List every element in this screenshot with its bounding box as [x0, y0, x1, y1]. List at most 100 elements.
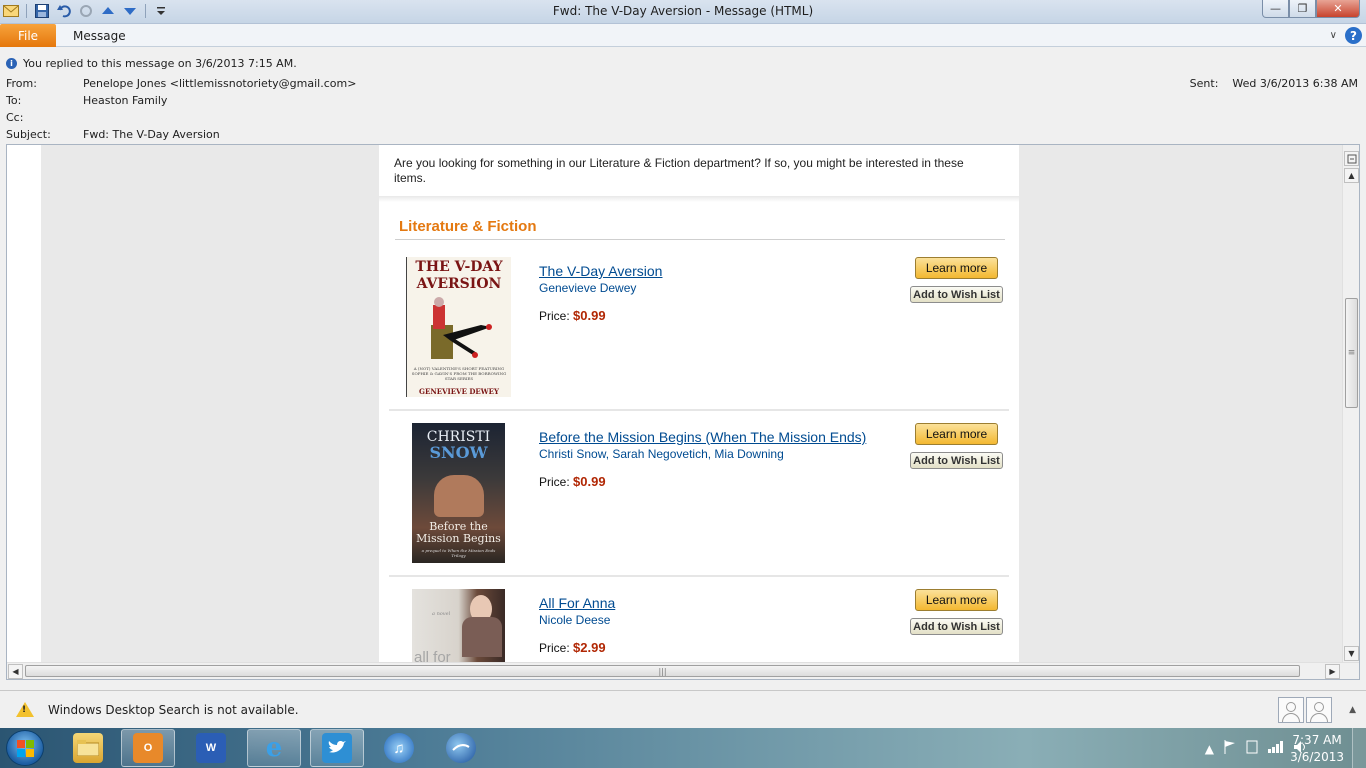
item-title-link[interactable]: All For Anna [539, 595, 615, 611]
show-desktop-button[interactable] [1352, 728, 1366, 768]
scroll-left-icon[interactable]: ◀ [8, 664, 23, 679]
info-icon: i [6, 58, 17, 69]
price-label: Price: [539, 641, 570, 655]
taskbar-twitter[interactable] [310, 729, 364, 767]
contact-avatar-icon[interactable] [1278, 697, 1304, 723]
learn-more-button[interactable]: Learn more [915, 589, 998, 611]
ribbon-tab-row: File Message ∨ ? [0, 24, 1366, 47]
to-value[interactable]: Heaston Family [83, 94, 167, 107]
show-hidden-icons-icon[interactable]: ▲ [1205, 742, 1214, 756]
google-earth-icon [446, 733, 476, 763]
cover-tagline: A (NOT) VALENTINE'S SHORT FEATURING SOPH… [411, 366, 507, 381]
taskbar-explorer[interactable] [61, 729, 115, 767]
vertical-scrollbar[interactable]: ▲ ≡ ▼ [1342, 145, 1359, 664]
vertical-scroll-thumb[interactable]: ≡ [1345, 298, 1358, 408]
scroll-down-icon[interactable]: ▼ [1344, 646, 1359, 661]
intro-text: Are you looking for something in our Lit… [394, 156, 964, 185]
learn-more-button[interactable]: Learn more [915, 257, 998, 279]
sent-value: Wed 3/6/2013 6:38 AM [1232, 77, 1358, 90]
price-value: $0.99 [573, 474, 606, 489]
cover-small-text: a novel [432, 611, 451, 617]
from-label: From: [6, 77, 37, 90]
book-cover-image[interactable]: THE V-DAY AVERSION A (NOT) VALENTINE'S S… [406, 257, 511, 397]
price-value: $2.99 [573, 640, 606, 655]
desktop-search-warning: ! Windows Desktop Search is not availabl… [16, 702, 299, 717]
tab-file[interactable]: File [0, 24, 56, 47]
device-icon[interactable] [1246, 740, 1258, 757]
horizontal-scroll-thumb[interactable]: ||| [25, 665, 1300, 677]
from-value[interactable]: Penelope Jones <littlemissnotoriety@gmai… [83, 77, 356, 90]
cc-label: Cc: [6, 111, 24, 124]
book-cover-image[interactable]: a novel all for [412, 589, 505, 664]
taskbar-outlook[interactable]: O [121, 729, 175, 767]
start-button[interactable] [6, 730, 44, 766]
warning-text: Windows Desktop Search is not available. [48, 702, 299, 717]
title-bar: Fwd: The V-Day Aversion - Message (HTML)… [0, 0, 1366, 24]
ribbon-help-area: ∨ ? [1330, 27, 1362, 44]
item-price: Price: $2.99 [539, 640, 606, 655]
contact-avatar-icon[interactable] [1306, 697, 1332, 723]
minimize-button[interactable]: — [1262, 0, 1289, 18]
item-price: Price: $0.99 [539, 308, 606, 323]
collapse-ribbon-icon[interactable]: ∨ [1330, 30, 1337, 41]
expand-people-pane-icon[interactable]: ▲ [1349, 705, 1356, 715]
tab-message[interactable]: Message [73, 29, 126, 43]
item-author-link[interactable]: Nicole Deese [539, 613, 610, 627]
product-item: a novel all for All For Anna Nicole Dees… [389, 589, 1009, 669]
taskbar-internet-explorer[interactable]: e [247, 729, 301, 767]
item-title-link[interactable]: The V-Day Aversion [539, 263, 662, 279]
info-bar: i You replied to this message on 3/6/201… [6, 57, 297, 70]
add-to-wish-list-button[interactable]: Add to Wish List [910, 452, 1003, 469]
cover-subtitle: a prequel to When the Mission Ends Trilo… [421, 548, 496, 558]
taskbar-itunes[interactable]: ♫ [372, 729, 426, 767]
maximize-button[interactable]: ❐ [1289, 0, 1316, 18]
add-to-wish-list-button[interactable]: Add to Wish List [910, 286, 1003, 303]
people-pane-avatars [1278, 697, 1332, 723]
folder-icon [73, 733, 103, 763]
network-signal-icon[interactable] [1268, 741, 1284, 756]
taskbar-clock[interactable]: 7:37 AM 3/6/2013 [1290, 732, 1344, 766]
section-divider [395, 239, 1005, 240]
price-value: $0.99 [573, 308, 606, 323]
action-center-flag-icon[interactable] [1224, 740, 1236, 757]
item-divider [389, 409, 1009, 411]
outlook-icon: O [133, 733, 163, 763]
taskbar-word[interactable]: W [184, 729, 238, 767]
people-pane-bar: ! Windows Desktop Search is not availabl… [0, 690, 1366, 728]
taskbar-google-earth[interactable] [434, 729, 488, 767]
scroll-right-icon[interactable]: ▶ [1325, 664, 1340, 679]
add-to-wish-list-button[interactable]: Add to Wish List [910, 618, 1003, 635]
clock-time: 7:37 AM [1292, 733, 1342, 747]
item-author-link[interactable]: Genevieve Dewey [539, 281, 636, 295]
message-body-pane[interactable]: Are you looking for something in our Lit… [6, 144, 1360, 680]
message-header: i You replied to this message on 3/6/201… [0, 48, 1366, 144]
split-pane-icon[interactable] [1344, 151, 1359, 166]
item-author-link[interactable]: Christi Snow, Sarah Negovetich, Mia Down… [539, 447, 784, 461]
twitter-bird-icon [322, 733, 352, 763]
learn-more-button[interactable]: Learn more [915, 423, 998, 445]
email-content: Are you looking for something in our Lit… [379, 145, 1019, 664]
product-item: THE V-DAY AVERSION A (NOT) VALENTINE'S S… [389, 257, 1009, 411]
item-price: Price: $0.99 [539, 474, 606, 489]
price-label: Price: [539, 475, 570, 489]
close-button[interactable]: ✕ [1316, 0, 1360, 18]
item-title-link[interactable]: Before the Mission Begins (When The Miss… [539, 429, 866, 445]
section-title: Literature & Fiction [399, 218, 537, 235]
itunes-icon: ♫ [384, 733, 414, 763]
cover-body-icon [462, 617, 502, 657]
cover-figure-icon [434, 475, 484, 517]
cover-author-bottom: SNOW [429, 443, 488, 462]
cover-title: Before the Mission Begins [416, 520, 501, 545]
windows-taskbar: O W e ♫ ▲ 7:37 AM 3/6/2013 [0, 728, 1366, 768]
help-icon[interactable]: ? [1345, 27, 1362, 44]
scroll-up-icon[interactable]: ▲ [1344, 168, 1359, 183]
horizontal-scrollbar[interactable]: ◀ ||| ▶ [7, 662, 1359, 679]
cover-title: THE V-DAY AVERSION [415, 259, 503, 292]
book-cover-image[interactable]: CHRISTI SNOW Before the Mission Begins a… [412, 423, 505, 563]
clock-date: 3/6/2013 [1290, 750, 1344, 764]
sent-label: Sent: [1189, 77, 1219, 90]
windows-logo-icon [16, 739, 34, 757]
intro-divider [379, 196, 1019, 202]
to-label: To: [6, 94, 22, 107]
product-item: CHRISTI SNOW Before the Mission Begins a… [389, 423, 1009, 577]
